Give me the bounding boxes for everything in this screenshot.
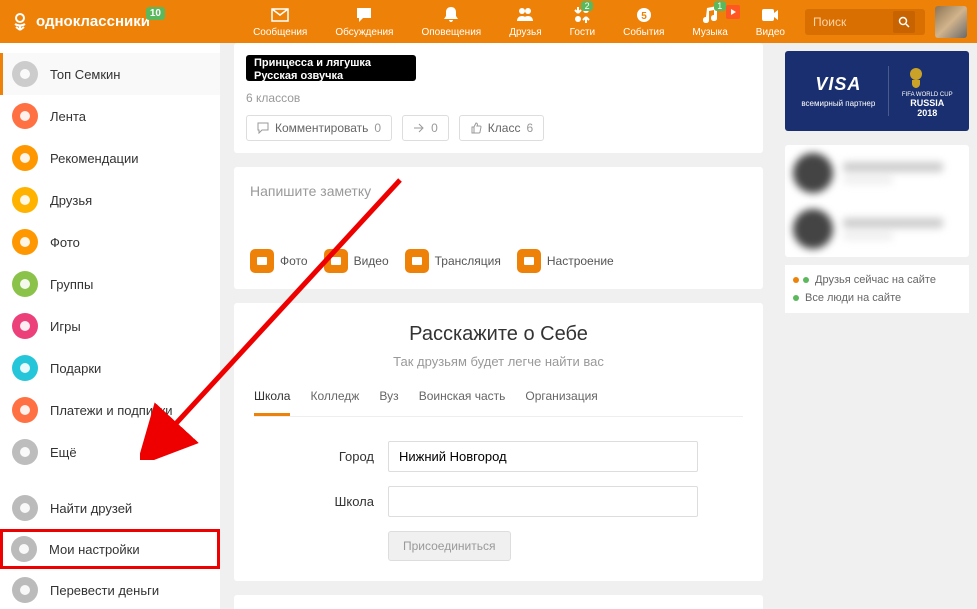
nav-bell[interactable]: Оповещения: [421, 5, 481, 38]
attach-icon: [250, 249, 274, 273]
bell-icon: [439, 5, 463, 25]
nav-chat[interactable]: Обсуждения: [335, 5, 393, 38]
video-thumbnail[interactable]: Принцесса и лягушка Русская озвучка (дуб…: [246, 55, 416, 81]
video-icon: [758, 5, 782, 25]
attach-настроение[interactable]: Настроение: [517, 249, 614, 273]
worldcup-icon: [902, 64, 930, 92]
list-icon: [12, 103, 38, 129]
friend-item[interactable]: [785, 201, 969, 257]
chat-icon: [352, 5, 376, 25]
site-name: одноклассники: [36, 13, 150, 30]
school-label: Школа: [294, 494, 374, 509]
envelope-icon: [268, 5, 292, 25]
feed-filters: ВсёВажноеФотоЗаметкиКлассыВидеоИгры: [234, 595, 763, 609]
compose-note-card: Напишите заметку Фото Видео Трансляция Наст…: [234, 167, 763, 289]
search-icon: [898, 16, 910, 28]
tab-0[interactable]: Школа: [254, 389, 290, 416]
gift-icon: [12, 355, 38, 381]
search-box[interactable]: [805, 9, 925, 35]
people-icon: [12, 187, 38, 213]
sidebar-item-list[interactable]: Лента: [0, 95, 220, 137]
search-button[interactable]: [893, 11, 915, 33]
gamepad-icon: [12, 313, 38, 339]
comment-icon: [257, 122, 269, 134]
about-title: Расскажите о Себе: [254, 323, 743, 346]
search-input[interactable]: [813, 15, 893, 29]
gear-icon: [11, 536, 37, 562]
attach-icon: [517, 249, 541, 273]
sidebar-item-more[interactable]: Ещё: [0, 431, 220, 473]
sidebar-item-camera[interactable]: Фото: [0, 221, 220, 263]
all-people-online-link[interactable]: Все люди на сайте: [793, 289, 961, 307]
wallet-icon: [12, 397, 38, 423]
city-label: Город: [294, 449, 374, 464]
sidebar-item-gear[interactable]: Мои настройки: [0, 529, 220, 569]
attach-icon: [405, 249, 429, 273]
attach-фото[interactable]: Фото: [250, 249, 308, 273]
camera-icon: [12, 229, 38, 255]
school-input[interactable]: [388, 486, 698, 517]
about-yourself-card: Расскажите о Себе Так друзьям будет легч…: [234, 303, 763, 581]
nav-friends[interactable]: Друзья: [509, 5, 541, 38]
friends-icon: [513, 5, 537, 25]
thumb-up-icon: [470, 122, 482, 134]
user-avatar[interactable]: [935, 6, 967, 38]
attach-трансляция[interactable]: Трансляция: [405, 249, 501, 273]
tab-2[interactable]: Вуз: [379, 389, 398, 416]
nav-envelope[interactable]: Сообщения: [253, 5, 307, 38]
sidebar-item-gamepad[interactable]: Игры: [0, 305, 220, 347]
friend-item[interactable]: [785, 145, 969, 201]
search-people-icon: [12, 495, 38, 521]
sidebar-item-star[interactable]: Рекомендации: [0, 137, 220, 179]
sidebar-item-groups[interactable]: Группы: [0, 263, 220, 305]
site-logo[interactable]: одноклассники 10: [10, 12, 150, 32]
visa-banner[interactable]: VISA всемирный партнер FIFA WORLD CUP RU…: [785, 51, 969, 131]
tab-1[interactable]: Колледж: [310, 389, 359, 416]
svg-text:5: 5: [641, 11, 647, 22]
friends-suggestions: [785, 145, 969, 257]
notifications-badge: 10: [146, 7, 165, 20]
sidebar-item-ruble[interactable]: Перевести деньги: [0, 569, 220, 609]
star-icon: [12, 145, 38, 171]
sidebar-item-search-people[interactable]: Найти друзей: [0, 487, 220, 529]
attach-icon: [324, 249, 348, 273]
more-icon: [12, 439, 38, 465]
ruble-icon: [12, 577, 38, 603]
about-subtitle: Так друзьям будет легче найти вас: [254, 354, 743, 369]
share-icon: [413, 122, 425, 134]
groups-icon: [12, 271, 38, 297]
sidebar-item-people[interactable]: Друзья: [0, 179, 220, 221]
sidebar: Топ СемкинЛентаРекомендацииДрузьяФотоГру…: [0, 43, 220, 609]
comment-button[interactable]: Комментировать 0: [246, 115, 392, 141]
like-button[interactable]: Класс 6: [459, 115, 544, 141]
share-button[interactable]: 0: [402, 115, 449, 141]
avatar-icon: [12, 61, 38, 87]
sidebar-item-avatar[interactable]: Топ Семкин: [0, 53, 220, 95]
friends-online-link[interactable]: Друзья сейчас на сайте: [793, 271, 961, 289]
nav-badge: 2: [581, 1, 593, 11]
nav-events[interactable]: 5События: [623, 5, 664, 38]
tab-3[interactable]: Воинская часть: [419, 389, 506, 416]
sidebar-item-gift[interactable]: Подарки: [0, 347, 220, 389]
join-button[interactable]: Присоединиться: [388, 531, 511, 561]
ok-logo-icon: [10, 12, 30, 32]
tab-4[interactable]: Организация: [525, 389, 597, 416]
note-prompt[interactable]: Напишите заметку: [250, 183, 747, 199]
nav-video[interactable]: Видео: [756, 5, 785, 38]
attach-видео[interactable]: Видео: [324, 249, 389, 273]
post-card: Принцесса и лягушка Русская озвучка (дуб…: [234, 43, 763, 153]
city-input[interactable]: [388, 441, 698, 472]
nav-music[interactable]: Музыка1: [692, 5, 727, 38]
events-icon: 5: [632, 5, 656, 25]
nav-guests[interactable]: Гости2: [570, 5, 595, 38]
post-title: Принцесса и лягушка Русская озвучка (дуб…: [254, 57, 416, 97]
nav-badge: 1: [714, 1, 726, 11]
visa-logo: VISA: [801, 74, 875, 95]
sidebar-item-wallet[interactable]: Платежи и подписки: [0, 389, 220, 431]
